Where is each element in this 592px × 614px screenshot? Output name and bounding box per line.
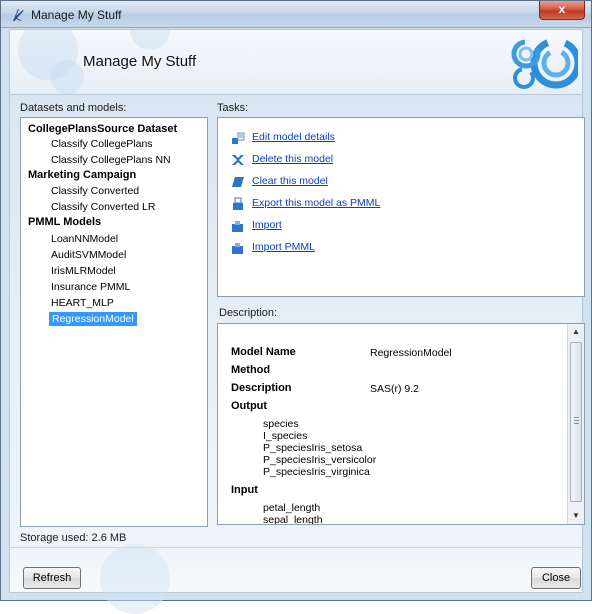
scroll-grip: [574, 423, 579, 424]
title-bar[interactable]: Manage My Stuff x: [1, 1, 591, 28]
import-link[interactable]: Import: [252, 219, 282, 231]
scroll-up-icon[interactable]: ▲: [568, 324, 584, 340]
scroll-grip: [574, 420, 579, 421]
delete-model-link[interactable]: Delete this model: [252, 153, 333, 165]
method-key: Method: [231, 364, 271, 376]
input-item: petal_length: [263, 502, 321, 514]
scroll-grip: [574, 417, 579, 418]
datasets-label: Datasets and models:: [20, 102, 127, 114]
edit-model-link[interactable]: Edit model details: [252, 131, 335, 143]
export-pmml-link[interactable]: Export this model as PMML: [252, 197, 380, 209]
export-icon: [233, 197, 243, 210]
footer-bar: [9, 544, 583, 614]
scroll-thumb[interactable]: [570, 342, 582, 502]
storage-used-text: Storage used: 2.6 MB: [20, 532, 127, 544]
output-item: P_speciesIris_versicolor: [263, 454, 377, 466]
output-key: Output: [231, 400, 268, 412]
tree-item-irismlrmodel[interactable]: IrisMLRModel: [51, 264, 116, 278]
delete-icon: [232, 155, 244, 165]
close-button[interactable]: Close: [531, 567, 581, 589]
decorative-bubble: [50, 60, 84, 94]
brand-logo-icon: [511, 37, 578, 89]
input-key: Input: [231, 484, 258, 496]
manage-my-stuff-window: Manage My Stuff x Manage My Stuff Datase…: [0, 0, 592, 614]
description-key: Description: [231, 382, 292, 394]
output-item: P_speciesIris_setosa: [263, 442, 363, 454]
tasks-panel: Edit model details Delete this model Cle…: [217, 117, 585, 297]
edit-icon: [232, 132, 245, 144]
tasks-label: Tasks:: [217, 102, 249, 114]
tree-group-collegeplans[interactable]: CollegePlansSource Dataset: [28, 122, 177, 136]
output-item: I_species: [263, 430, 308, 442]
description-scrollbar[interactable]: ▲ ▼: [567, 324, 584, 524]
tree-item-insurance-pmml[interactable]: Insurance PMML: [51, 280, 130, 294]
decorative-bubble: [130, 30, 170, 50]
header-title: Manage My Stuff: [83, 53, 197, 70]
decorative-bubble: [100, 544, 170, 614]
datasets-tree[interactable]: CollegePlansSource Dataset Classify Coll…: [20, 117, 208, 527]
window-close-button[interactable]: x: [539, 1, 585, 20]
tree-item-loannnmodel[interactable]: LoanNNModel: [51, 232, 118, 246]
tree-item-classify-converted-lr[interactable]: Classify Converted LR: [51, 200, 155, 214]
description-panel[interactable]: Model Name RegressionModel Method Descri…: [217, 323, 585, 525]
description-label: Description:: [219, 307, 278, 319]
clear-icon: [232, 177, 244, 187]
import-icon: [232, 221, 243, 232]
output-item: P_speciesIris_virginica: [263, 466, 370, 478]
tree-item-auditsvmmodel[interactable]: AuditSVMModel: [51, 248, 126, 262]
output-item: species: [263, 418, 299, 430]
app-logo-icon: [13, 9, 24, 21]
tree-item-classify-collegeplans[interactable]: Classify CollegePlans: [51, 137, 153, 151]
tree-item-regressionmodel-selected[interactable]: RegressionModel: [49, 312, 137, 326]
clear-model-link[interactable]: Clear this model: [252, 175, 328, 187]
refresh-button[interactable]: Refresh: [23, 567, 81, 589]
model-name-key: Model Name: [231, 346, 296, 358]
tree-item-classify-converted[interactable]: Classify Converted: [51, 184, 139, 198]
description-value: SAS(r) 9.2: [370, 383, 420, 395]
tree-item-heart-mlp[interactable]: HEART_MLP: [51, 296, 114, 310]
header-banner: Manage My Stuff: [9, 29, 583, 95]
tree-group-pmml-models[interactable]: PMML Models: [28, 215, 101, 229]
model-name-value: RegressionModel: [370, 347, 452, 359]
window-title: Manage My Stuff: [31, 8, 122, 22]
input-item: sepal_length: [263, 514, 323, 525]
scroll-down-icon[interactable]: ▼: [568, 508, 584, 524]
tree-group-marketing-campaign[interactable]: Marketing Campaign: [28, 168, 136, 182]
tree-item-classify-collegeplans-nn[interactable]: Classify CollegePlans NN: [51, 153, 171, 167]
import-pmml-link[interactable]: Import PMML: [252, 241, 315, 253]
import-pmml-icon: [232, 243, 243, 254]
